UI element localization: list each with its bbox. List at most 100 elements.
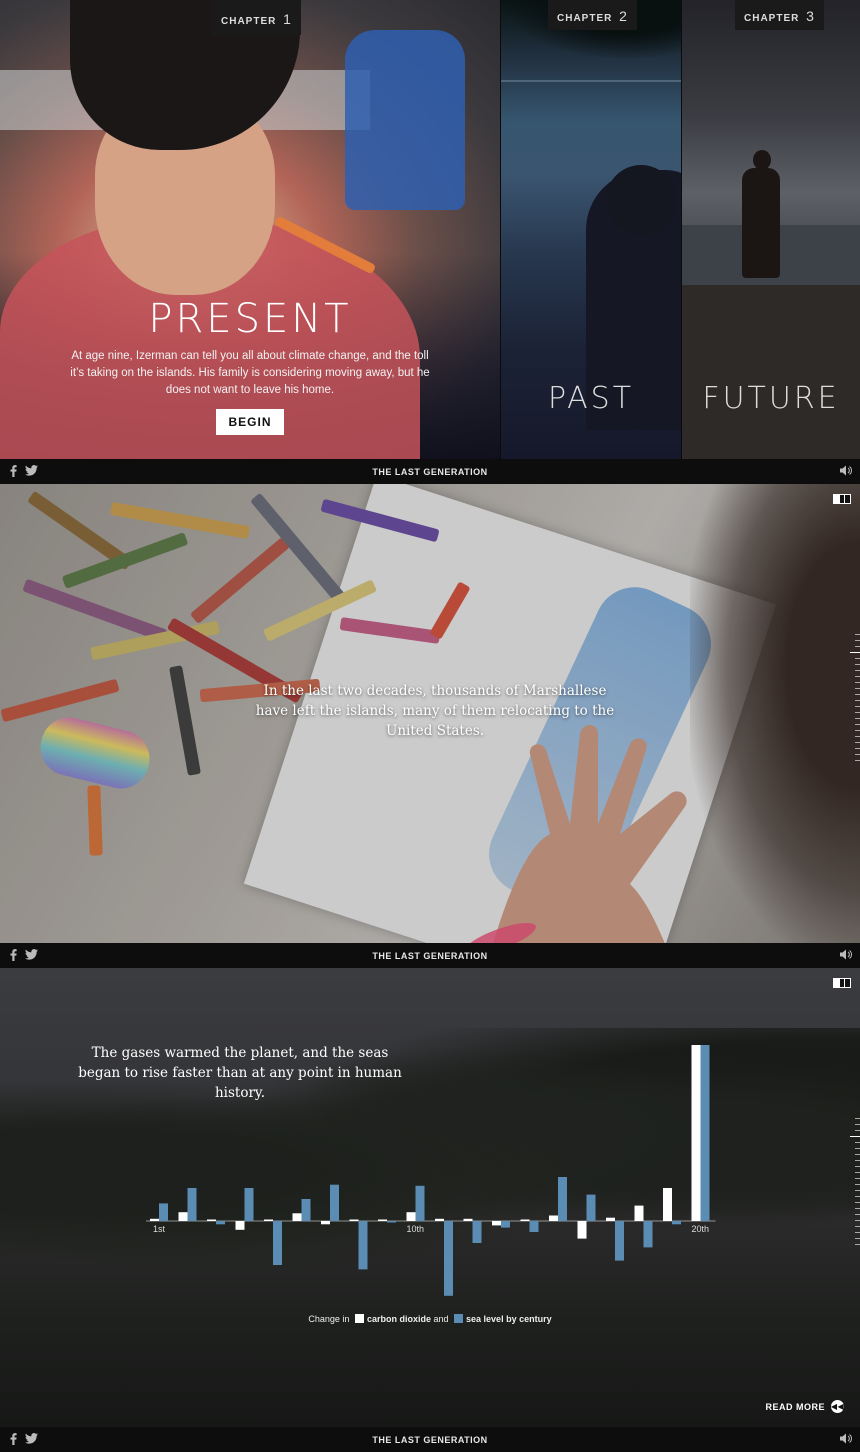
speaker-icon[interactable]: [840, 949, 852, 960]
chapter-2-title: PAST: [547, 381, 635, 416]
co2-bar-5th: [264, 1219, 273, 1221]
co2-bar-1st: [150, 1218, 159, 1221]
legend-joiner: and: [433, 1314, 449, 1324]
scroll-tick: [850, 1136, 860, 1137]
sea-level-bar-7th: [330, 1184, 339, 1221]
scroll-tick: [855, 1160, 860, 1161]
co2-bar-17th: [606, 1217, 615, 1221]
twitter-icon[interactable]: [25, 465, 38, 476]
section-2-caption: In the last two decades, thousands of Ma…: [255, 683, 615, 739]
sea-level-bar-12th: [472, 1221, 482, 1243]
scroll-tick: [855, 724, 860, 725]
scroll-tick: [855, 634, 860, 635]
scroll-tick: [855, 1148, 860, 1149]
co2-bar-2nd: [178, 1212, 188, 1221]
legend-prefix: Change in: [308, 1314, 350, 1324]
background-student: [345, 30, 465, 210]
legend-suffix: by century: [506, 1314, 552, 1324]
scroll-tick: [855, 658, 860, 659]
scroll-tick: [855, 1172, 860, 1173]
scroll-tick: [855, 1184, 860, 1185]
chapter-tag-label: CHAPTER: [557, 13, 613, 24]
co2-bar-16th: [577, 1221, 587, 1239]
read-more-label: READ MORE: [765, 1401, 825, 1412]
scroll-tick: [850, 652, 860, 653]
co2-bar-3rd: [207, 1219, 216, 1221]
chapter-present-panel[interactable]: CHAPTER 1 PRESENT At age nine, Izerman c…: [0, 0, 500, 459]
scroll-tick: [855, 646, 860, 647]
chapter-number: 2: [619, 8, 628, 24]
footer-bar: THE LAST GENERATION: [0, 943, 860, 968]
chapter-2-tag: CHAPTER 2: [548, 0, 637, 30]
scroll-tick: [855, 730, 860, 731]
scroll-tick: [855, 682, 860, 683]
scroll-tick: [855, 712, 860, 713]
scroll-tick: [855, 1178, 860, 1179]
site-title[interactable]: THE LAST GENERATION: [0, 1435, 860, 1445]
co2-bar-10th: [406, 1212, 416, 1221]
read-more-button[interactable]: READ MORE ◀◀: [765, 1400, 844, 1413]
scroll-tick: [855, 742, 860, 743]
speaker-icon[interactable]: [840, 465, 852, 476]
chapter-past-panel[interactable]: CHAPTER 2 PAST: [501, 0, 681, 459]
site-title[interactable]: THE LAST GENERATION: [0, 467, 860, 477]
chapter-tag-label: CHAPTER: [744, 13, 800, 24]
sea-level-bar-4th: [244, 1188, 254, 1221]
sea-level-bar-9th: [387, 1221, 396, 1223]
facebook-icon[interactable]: [10, 949, 17, 961]
co2-bar-4th: [235, 1221, 245, 1230]
sea-level-bar-14th: [529, 1221, 539, 1232]
chapter-future-panel[interactable]: CHAPTER 3 FUTURE: [682, 0, 860, 459]
scroll-tick: [855, 670, 860, 671]
page-indicator-icon[interactable]: [833, 978, 851, 988]
sea-level-bar-3rd: [216, 1221, 225, 1225]
sea-level-bar-10th: [415, 1185, 425, 1221]
co2-bar-13th: [492, 1221, 501, 1226]
social-links: [10, 949, 38, 961]
person-head-silhouette: [753, 150, 771, 170]
chapter-selector: CHAPTER 1 PRESENT At age nine, Izerman c…: [0, 0, 860, 459]
scroll-tick: [855, 664, 860, 665]
chapter-tag-label: CHAPTER: [221, 16, 277, 27]
speaker-icon[interactable]: [840, 1433, 852, 1444]
x-tick-label: 10th: [407, 1224, 425, 1234]
social-links: [10, 1433, 38, 1445]
facebook-icon[interactable]: [10, 465, 17, 477]
legend-swatch-sea: [454, 1314, 464, 1323]
scroll-tick: [855, 640, 860, 641]
person-silhouette: [742, 168, 780, 278]
scroll-tick: [855, 1226, 860, 1227]
scroll-tick: [855, 694, 860, 695]
x-tick-label: 20th: [692, 1224, 710, 1234]
chapter-number: 3: [806, 8, 815, 24]
chapter-1-title: PRESENT: [148, 296, 352, 342]
scroll-ruler[interactable]: [848, 1118, 860, 1250]
person-head-silhouette: [606, 165, 676, 235]
scroll-tick: [855, 736, 860, 737]
begin-button[interactable]: BEGIN: [216, 409, 284, 435]
sea-level-bar-2nd: [187, 1188, 197, 1221]
co2-bar-7th: [321, 1221, 330, 1225]
twitter-icon[interactable]: [25, 949, 38, 960]
co2-bar-12th: [463, 1218, 473, 1221]
facebook-icon[interactable]: [10, 1433, 17, 1445]
scroll-tick: [855, 1202, 860, 1203]
scroll-tick: [855, 1196, 860, 1197]
story-section-2: In the last two decades, thousands of Ma…: [0, 484, 860, 943]
page-indicator-icon[interactable]: [833, 494, 851, 504]
chapter-1-description: At age nine, Izerman can tell you all ab…: [70, 350, 430, 396]
scroll-tick: [855, 1142, 860, 1143]
sea-level-bar-17th: [615, 1221, 624, 1261]
site-title[interactable]: THE LAST GENERATION: [0, 951, 860, 961]
co2-bar-20th: [691, 1045, 701, 1221]
scroll-tick: [855, 748, 860, 749]
scroll-tick: [855, 718, 860, 719]
scroll-tick: [855, 1238, 860, 1239]
sea-level-bar-5th: [273, 1221, 282, 1265]
sea-level-bar-20th: [700, 1045, 710, 1221]
scroll-ruler[interactable]: [848, 634, 860, 766]
sea-level-bar-1st: [159, 1203, 168, 1221]
co2-sea-level-chart: 1st 10th 20th: [146, 1045, 716, 1296]
twitter-icon[interactable]: [25, 1433, 38, 1444]
story-section-3: The gases warmed the planet, and the sea…: [0, 968, 860, 1427]
